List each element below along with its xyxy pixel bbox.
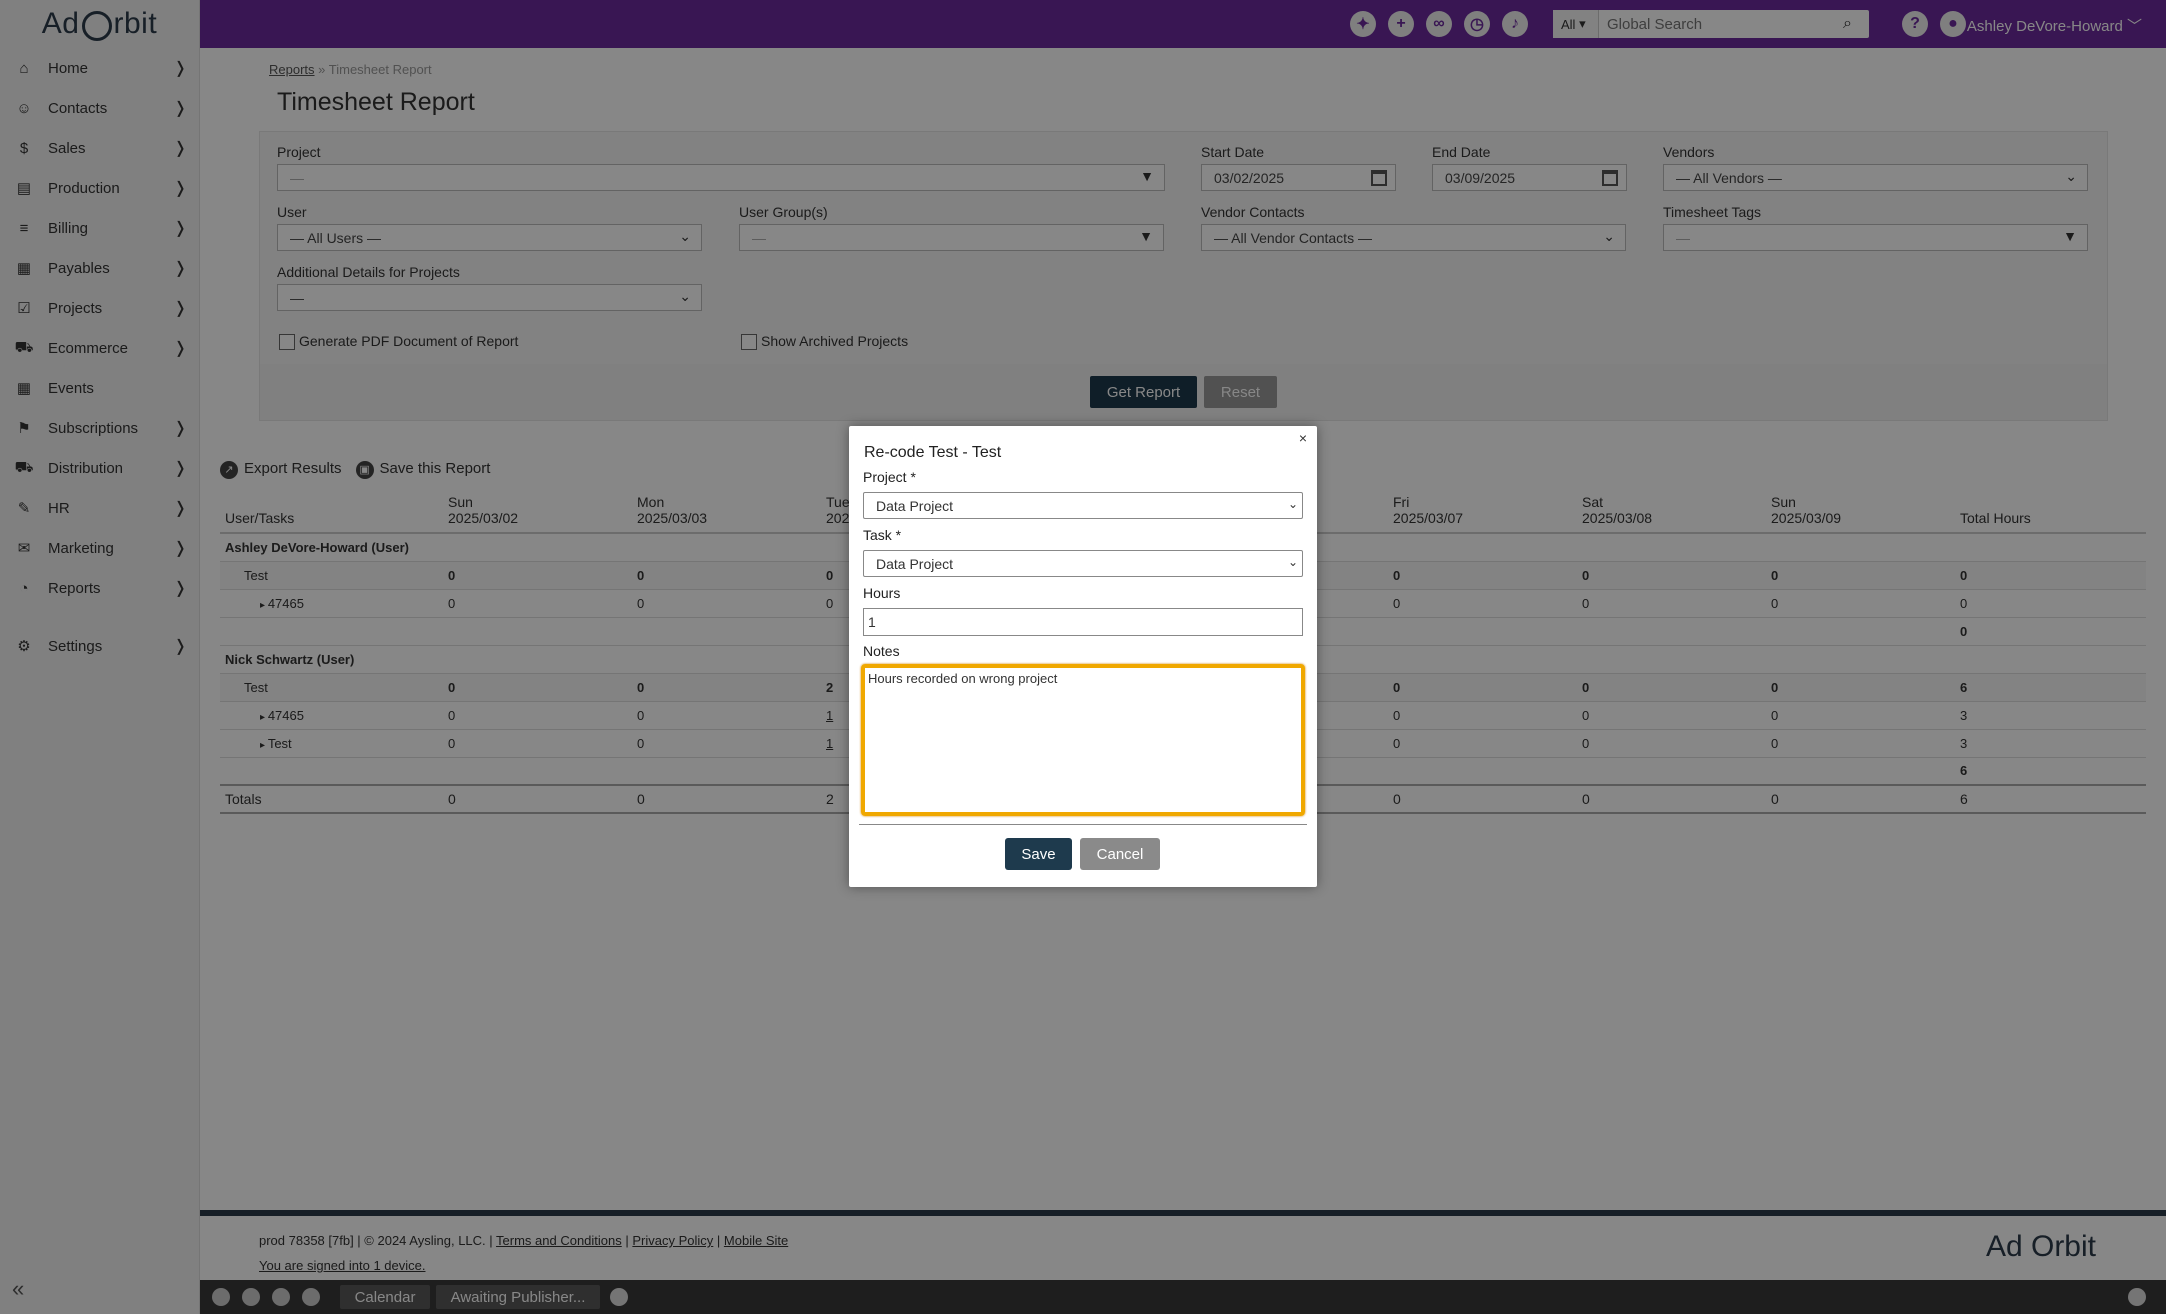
task-field-label: Task * — [863, 527, 902, 543]
dialog-divider — [859, 824, 1307, 825]
recode-dialog: Re-code Test - Test × Project * Data Pro… — [849, 426, 1317, 887]
notes-field-label: Notes — [863, 643, 900, 659]
task-field-select[interactable]: Data Project ⌄ — [863, 550, 1303, 577]
project-field-label: Project * — [863, 469, 916, 485]
save-button[interactable]: Save — [1005, 838, 1072, 870]
hours-field-input[interactable]: 1 — [863, 608, 1303, 636]
close-icon[interactable]: × — [1299, 430, 1307, 446]
hours-field-label: Hours — [863, 585, 901, 601]
cancel-button[interactable]: Cancel — [1080, 838, 1160, 870]
notes-textarea[interactable]: Hours recorded on wrong project — [861, 664, 1305, 816]
project-field-select[interactable]: Data Project ⌄ — [863, 492, 1303, 519]
dialog-title: Re-code Test - Test — [864, 444, 1002, 461]
